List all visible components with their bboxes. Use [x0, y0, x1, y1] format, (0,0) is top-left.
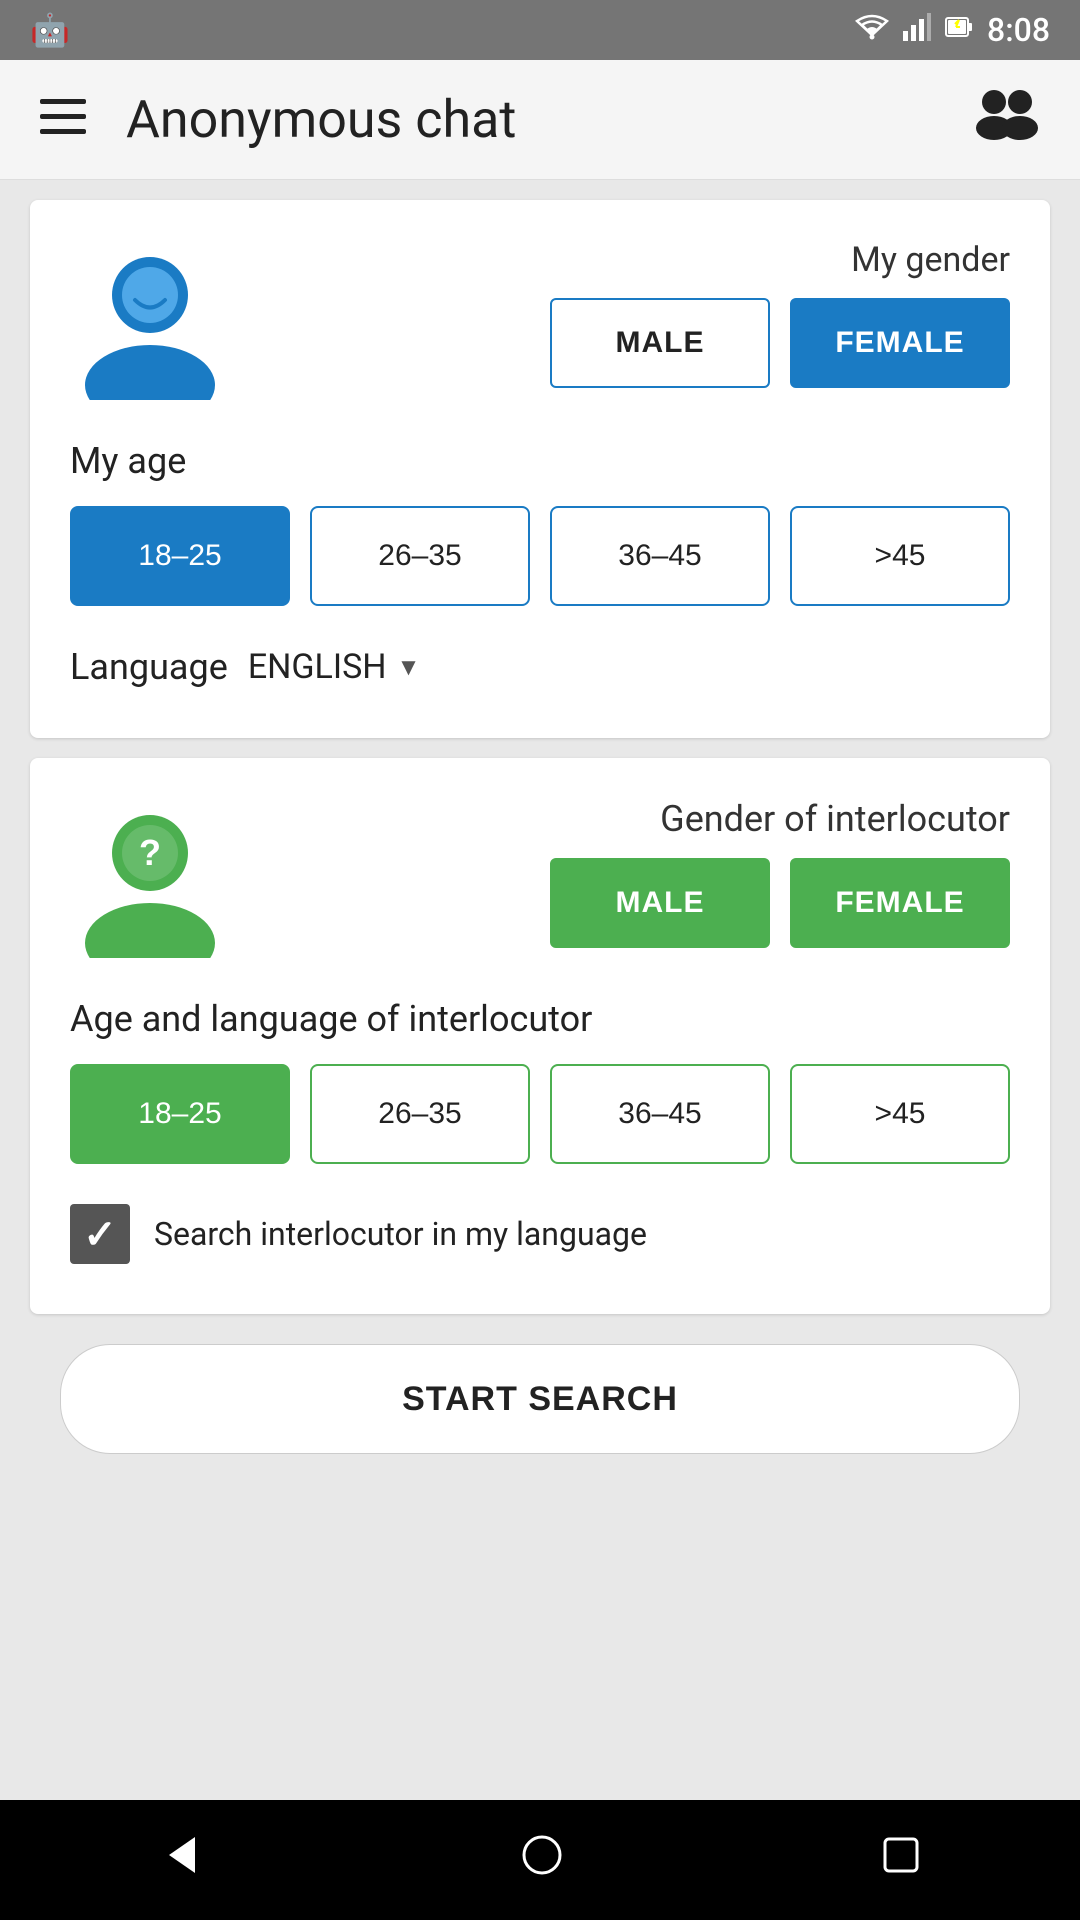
status-icons: 8:08 — [855, 11, 1050, 49]
my-age-section: My age 18–25 26–35 36–45 >45 — [70, 440, 1010, 606]
robot-icon: 🤖 — [30, 11, 70, 49]
battery-icon — [945, 13, 973, 48]
my-age-45plus[interactable]: >45 — [790, 506, 1010, 606]
interlocutor-age-26-35[interactable]: 26–35 — [310, 1064, 530, 1164]
my-age-18-25[interactable]: 18–25 — [70, 506, 290, 606]
main-content: My gender MALE FEMALE My age 18–25 26–35… — [0, 180, 1080, 1800]
my-age-label: My age — [70, 440, 1010, 482]
my-age-36-45[interactable]: 36–45 — [550, 506, 770, 606]
status-time: 8:08 — [987, 11, 1050, 49]
home-icon[interactable] — [520, 1833, 564, 1888]
my-age-buttons: 18–25 26–35 36–45 >45 — [70, 506, 1010, 606]
interlocutor-age-section: Age and language of interlocutor 18–25 2… — [70, 998, 1010, 1164]
app-title: Anonymous chat — [126, 89, 972, 150]
my-male-button[interactable]: MALE — [550, 298, 770, 388]
menu-icon[interactable] — [40, 98, 86, 142]
interlocutor-age-buttons: 18–25 26–35 36–45 >45 — [70, 1064, 1010, 1164]
interlocutor-female-button[interactable]: FEMALE — [790, 858, 1010, 948]
interlocutor-male-button[interactable]: MALE — [550, 858, 770, 948]
interlocutor-avatar-row: ? Gender of interlocutor MALE FEMALE — [70, 798, 1010, 958]
people-icon[interactable] — [972, 88, 1040, 152]
interlocutor-gender-section: Gender of interlocutor MALE FEMALE — [260, 798, 1010, 948]
interlocutor-gender-buttons: MALE FEMALE — [550, 858, 1010, 948]
start-search-button[interactable]: START SEARCH — [60, 1344, 1020, 1454]
checkbox-check-icon: ✓ — [83, 1211, 117, 1258]
app-bar: Anonymous chat — [0, 60, 1080, 180]
my-female-button[interactable]: FEMALE — [790, 298, 1010, 388]
signal-icon — [903, 13, 931, 48]
svg-text:?: ? — [139, 832, 161, 873]
interlocutor-gender-label: Gender of interlocutor — [660, 798, 1010, 840]
my-age-26-35[interactable]: 26–35 — [310, 506, 530, 606]
language-checkbox-label: Search interlocutor in my language — [154, 1215, 647, 1253]
back-icon[interactable] — [159, 1833, 203, 1888]
language-checkbox-row: ✓ Search interlocutor in my language — [70, 1204, 1010, 1264]
interlocutor-card: ? Gender of interlocutor MALE FEMALE Age… — [30, 758, 1050, 1314]
gender-label: My gender — [851, 240, 1010, 280]
avatar-row: My gender MALE FEMALE — [70, 240, 1010, 400]
language-checkbox[interactable]: ✓ — [70, 1204, 130, 1264]
nav-bar — [0, 1800, 1080, 1920]
my-avatar — [70, 240, 230, 400]
language-select[interactable]: ENGLISH ▼ — [248, 647, 421, 687]
language-value: ENGLISH — [248, 647, 387, 687]
recent-icon[interactable] — [881, 1834, 921, 1886]
dropdown-arrow-icon: ▼ — [397, 653, 421, 682]
status-bar: 🤖 — [0, 0, 1080, 60]
my-profile-card: My gender MALE FEMALE My age 18–25 26–35… — [30, 200, 1050, 738]
gender-section: My gender MALE FEMALE — [260, 240, 1010, 388]
interlocutor-age-45plus[interactable]: >45 — [790, 1064, 1010, 1164]
language-section: Language ENGLISH ▼ — [70, 646, 1010, 688]
language-label: Language — [70, 646, 228, 688]
wifi-icon — [855, 13, 889, 48]
interlocutor-age-label: Age and language of interlocutor — [70, 998, 1010, 1040]
interlocutor-age-36-45[interactable]: 36–45 — [550, 1064, 770, 1164]
interlocutor-avatar: ? — [70, 798, 230, 958]
interlocutor-age-18-25[interactable]: 18–25 — [70, 1064, 290, 1164]
my-gender-buttons: MALE FEMALE — [550, 298, 1010, 388]
